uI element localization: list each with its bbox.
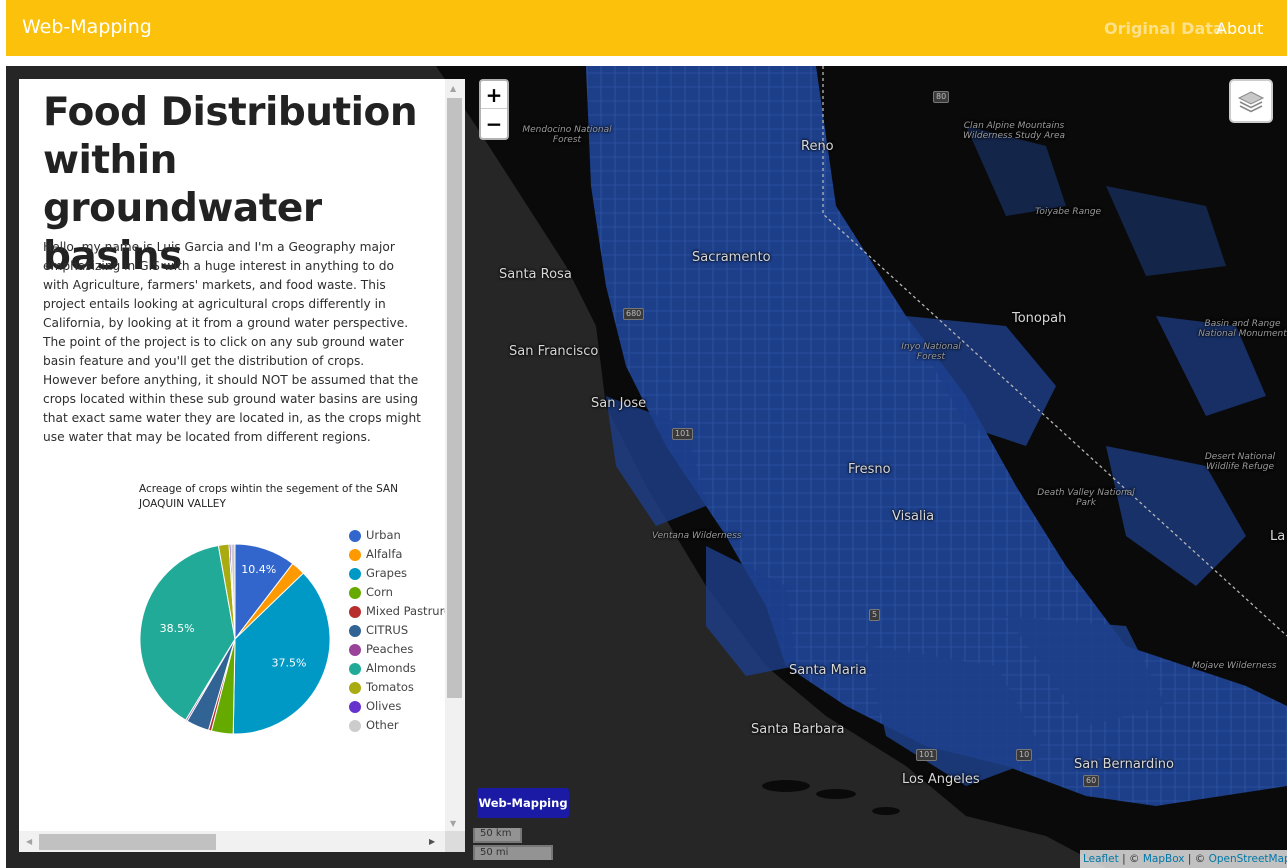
map-label-mendocino: Mendocino National Forest [522,125,612,145]
legend-label: Peaches [366,642,414,656]
highway-shield: 10 [1016,749,1033,761]
highway-shield: 680 [623,308,645,320]
scroll-right-arrow[interactable]: ▶ [429,837,435,846]
legend-label: Mixed Pastrure [366,604,452,618]
pie-data-label: 10.4% [241,563,276,576]
map-label-sacramento: Sacramento [692,250,771,265]
map-attribution: Leaflet | © MapBox | © OpenStreetMap [1080,850,1287,868]
map-label-visalia: Visalia [892,509,935,524]
legend-swatch [349,663,361,675]
brand-link[interactable]: Web-Mapping [22,16,152,38]
nav-about[interactable]: About [1216,19,1263,38]
legend-swatch [349,606,361,618]
openstreetmap-link[interactable]: OpenStreetMap [1209,853,1287,865]
chart-title: Acreage of crops wihtin the segement of … [139,483,398,510]
legend-label: Almonds [366,661,416,675]
legend-label: Alfalfa [366,547,403,561]
map-label-la: La [1270,529,1286,544]
attribution-separator: | © [1118,853,1143,865]
map-label-santa-rosa: Santa Rosa [499,267,572,282]
pie-data-label: 37.5% [272,657,307,670]
map-label-fresno: Fresno [848,462,891,477]
highway-shield: 80 [933,91,950,103]
zoom-control: + − [479,79,509,140]
map-label-los-angeles: Los Angeles [902,772,980,787]
highway-shield: 101 [916,749,938,761]
intro-paragraph: Hello, my name is Luis Garcia and I'm a … [43,240,421,444]
mapbox-link[interactable]: MapBox [1143,853,1185,865]
highway-shield: 60 [1083,775,1100,787]
legend-swatch [349,625,361,637]
zoom-in-button[interactable]: + [481,81,507,109]
legend-swatch [349,682,361,694]
legend-label: Tomatos [366,680,414,694]
highway-shield: 5 [869,609,881,621]
map-label-san-bernardino: San Bernardino [1074,757,1175,772]
scroll-up-arrow[interactable]: ▲ [450,84,456,93]
sidebar-content: Food Distribution within groundwater bas… [19,79,451,831]
scrollbar-corner [445,831,465,852]
scroll-down-arrow[interactable]: ▼ [450,819,456,828]
map-label-desert-refuge: Desert National Wildlife Refuge [1204,452,1276,472]
pie-data-label: 38.5% [160,622,195,635]
nav-original-data[interactable]: Original Data [1104,19,1224,38]
navbar: Web-Mapping Original Data About [6,0,1287,56]
map-label-death-valley: Death Valley National Park [1037,488,1135,508]
attribution-separator: | © [1184,853,1209,865]
map-label-ventana: Ventana Wilderness [652,531,742,541]
legend-label: Other [366,718,399,732]
pie-chart: 10.4% 37.5% 38.5% [139,543,331,735]
layers-icon [1237,91,1265,113]
map-label-mojave: Mojave Wilderness [1192,661,1277,671]
map-label-reno: Reno [801,139,834,154]
legend-label: Urban [366,528,401,542]
horizontal-scroll-thumb[interactable] [39,834,216,850]
map-label-basin-range: Basin and Range National Monument [1198,319,1287,339]
legend-swatch [349,568,361,580]
legend-swatch [349,701,361,713]
legend-label: Grapes [366,566,408,580]
web-mapping-control-button[interactable]: Web-Mapping [477,788,569,818]
highway-shield: 101 [672,428,694,440]
map-label-santa-maria: Santa Maria [789,663,867,678]
legend-swatch [349,530,361,542]
map-label-san-francisco: San Francisco [509,344,599,359]
legend-label: CITRUS [366,623,409,637]
map-label-santa-barbara: Santa Barbara [751,722,845,737]
sidebar-panel: Food Distribution within groundwater bas… [19,79,465,852]
map-label-san-jose: San Jose [591,396,647,411]
layers-control-button[interactable] [1229,79,1273,123]
vertical-scroll-thumb[interactable] [447,98,462,698]
scroll-left-arrow[interactable]: ◀ [26,837,32,846]
map-label-inyo: Inyo National Forest [901,342,961,362]
legend-swatch [349,720,361,732]
legend-swatch [349,644,361,656]
map-label-clan-alpine: Clan Alpine Mountains Wilderness Study A… [962,121,1066,141]
leaflet-link[interactable]: Leaflet [1083,853,1119,865]
scale-bar-mi: 50 mi [473,845,553,860]
legend-label: Corn [366,585,393,599]
zoom-out-button[interactable]: − [481,110,507,138]
map-label-toiyabe: Toiyabe Range [1035,207,1102,217]
scale-bar-km: 50 km [473,828,522,843]
legend-label: Olives [366,699,402,713]
legend-swatch [349,587,361,599]
legend-swatch [349,549,361,561]
map-label-tonopah: Tonopah [1012,311,1067,326]
